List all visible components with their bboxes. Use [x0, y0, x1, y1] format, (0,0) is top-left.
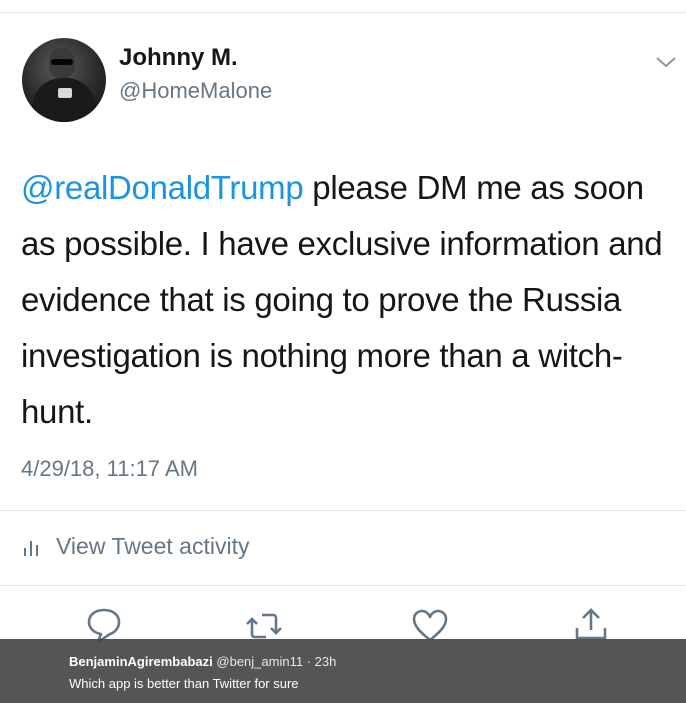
tweet-body: please DM me as soon as possible. I have… — [21, 169, 663, 430]
chevron-down-icon[interactable] — [655, 55, 677, 69]
comment-time: · 23h — [306, 654, 337, 669]
avatar-figure-body — [32, 78, 96, 122]
user-handle[interactable]: @HomeMalone — [119, 78, 272, 104]
display-name[interactable]: Johnny M. — [119, 44, 238, 72]
avatar[interactable] — [22, 38, 106, 122]
avatar-sunglasses — [51, 59, 73, 65]
tweet-text: @realDonaldTrump please DM me as soon as… — [21, 160, 671, 440]
tweet-activity-link[interactable]: View Tweet activity — [22, 533, 249, 560]
avatar-phone — [58, 88, 72, 98]
comment-meta: BenjaminAgirembabazi @benj_amin11 · 23h — [69, 654, 336, 669]
comment-handle[interactable]: @benj_amin11 — [216, 654, 303, 669]
comment-overlay: BenjaminAgirembabazi @benj_amin11 · 23h … — [0, 639, 686, 703]
comment-text: Which app is better than Twitter for sur… — [69, 676, 299, 691]
divider — [0, 510, 686, 511]
mention-link[interactable]: @realDonaldTrump — [21, 169, 304, 206]
activity-label: View Tweet activity — [56, 533, 250, 559]
top-border — [0, 12, 686, 13]
bar-chart-icon — [22, 537, 42, 557]
divider — [0, 585, 686, 586]
comment-author[interactable]: BenjaminAgirembabazi — [69, 654, 213, 669]
tweet-timestamp[interactable]: 4/29/18, 11:17 AM — [21, 456, 198, 482]
